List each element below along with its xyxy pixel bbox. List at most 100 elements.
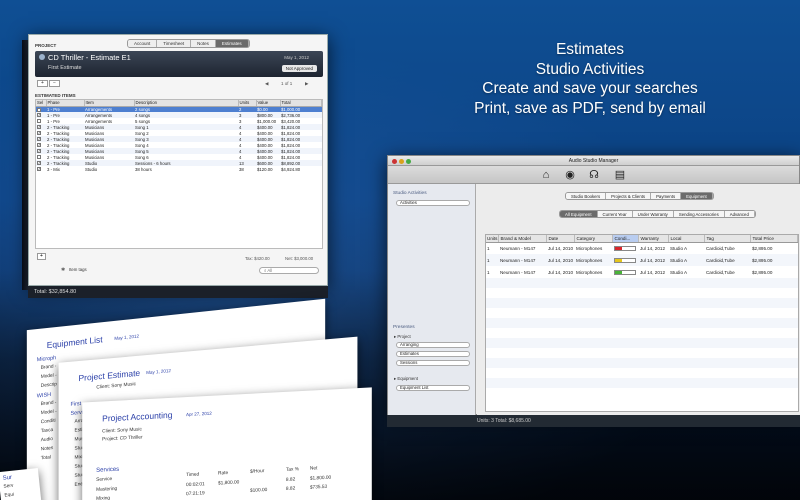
table-cell: [639, 348, 669, 358]
close-icon[interactable]: [392, 159, 397, 164]
table-cell: [498, 278, 547, 288]
sidebar-header-activities: Studio Activities: [393, 191, 427, 196]
table-row[interactable]: 1 Neumann - M147 Jul 14, 2010 Microphones Ju…: [486, 266, 798, 278]
row-checkbox[interactable]: ✓: [37, 131, 41, 136]
filter-under-warranty[interactable]: Under Warranty: [632, 211, 674, 217]
row-checkbox[interactable]: ✓: [37, 143, 41, 148]
row-checkbox[interactable]: ✓: [37, 125, 41, 130]
col-total-price[interactable]: Total Price: [750, 235, 798, 243]
row-checkbox[interactable]: ✓: [37, 149, 41, 154]
table-cell: [499, 288, 547, 298]
sidebar-item-estimates[interactable]: Estimates: [396, 351, 470, 357]
sidebar-item-sessions[interactable]: Sessions: [396, 360, 470, 366]
estimated-items-label: ESTIMATED ITEMS: [35, 93, 76, 98]
empty-row: [486, 318, 798, 328]
row-checkbox[interactable]: ✓: [37, 137, 41, 142]
doc-equipment-line: Conditi: [40, 418, 56, 426]
table-cell: [575, 388, 613, 398]
table-cell: [499, 308, 547, 318]
empty-row: [486, 368, 798, 378]
segment-studio-bookers[interactable]: Studio Bookers: [566, 193, 607, 199]
prev-page-icon[interactable]: ◀: [265, 81, 268, 87]
filter-current-year[interactable]: Current Year: [597, 211, 633, 217]
row-checkbox[interactable]: [37, 119, 41, 124]
table-cell: $2,895.00: [750, 254, 798, 266]
add-estimate-button[interactable]: +: [37, 80, 48, 87]
col-units[interactable]: Units: [486, 235, 500, 243]
filter-advanced[interactable]: Advanced: [724, 211, 755, 217]
table-cell: Jul 14, 2012: [639, 245, 665, 251]
sidebar-item-activities[interactable]: Activities: [396, 200, 470, 206]
table-cell: [575, 368, 613, 378]
segment-projects-clients[interactable]: Projects & Clients: [606, 193, 652, 199]
empty-row: [486, 288, 798, 298]
audio-studio-window: Audio Studio Manager ⌂ ◉ ☊ ▤ Studio Acti…: [387, 155, 800, 416]
sidebar-item-equipment-list[interactable]: Equipment List: [396, 385, 470, 391]
col-tag[interactable]: Tag: [704, 235, 752, 243]
doc-accounting-cell: 8.82: [285, 486, 296, 492]
table-cell: [751, 288, 798, 298]
partial-doc-line: Sur: [2, 474, 13, 482]
sidebar-group-project[interactable]: ▸ Project: [394, 334, 411, 340]
sidebar-item-arranging[interactable]: Arranging: [396, 342, 470, 348]
approval-badge[interactable]: Not Approved: [281, 65, 317, 72]
row-checkbox[interactable]: [37, 155, 41, 160]
table-cell: [639, 388, 669, 398]
col-condition[interactable]: Condi...: [612, 235, 640, 243]
doc-equipment-line: Notes: [40, 446, 54, 453]
window-title: Audio Studio Manager: [568, 158, 619, 164]
filter-all-equipment[interactable]: All Equipment: [560, 211, 598, 217]
table-cell: [499, 368, 547, 378]
window-titlebar: Audio Studio Manager: [388, 156, 799, 166]
table-cell: [705, 288, 751, 298]
row-select-cell[interactable]: ✓: [36, 166, 46, 172]
table-cell: [639, 308, 669, 318]
table-cell: [486, 288, 499, 298]
zoom-icon[interactable]: [406, 159, 411, 164]
pager-label: 1 of 1: [281, 81, 293, 86]
print-icon[interactable]: ▤: [614, 169, 626, 181]
row-checkbox[interactable]: ✓: [37, 161, 41, 166]
home-icon[interactable]: ⌂: [540, 169, 552, 181]
tab-estimates[interactable]: Estimates: [215, 40, 249, 47]
search-field[interactable]: ⌕ All: [259, 267, 319, 274]
table-row[interactable]: 1 Neumann - M147 Jul 14, 2010 Microphones Ju…: [486, 254, 798, 266]
table-cell: [750, 318, 798, 328]
doc-accounting-cell: $1,800.00: [309, 475, 332, 482]
minimize-icon[interactable]: [399, 159, 404, 164]
col-warranty[interactable]: Warranty: [638, 235, 670, 243]
table-cell: [750, 358, 798, 368]
table-cell: [613, 308, 639, 318]
tab-timesheet[interactable]: Timesheet: [157, 40, 192, 47]
table-row[interactable]: ✓ 3 - Mix Studio 38 hours 38 $120.00 $4,924.80: [36, 166, 322, 172]
table-cell: [498, 298, 547, 308]
segment-payments[interactable]: Payments: [651, 193, 682, 199]
col-category[interactable]: Category: [574, 235, 614, 243]
record-icon[interactable]: ◉: [564, 169, 576, 181]
next-page-icon[interactable]: ▶: [305, 81, 308, 87]
col-local[interactable]: Local: [668, 235, 706, 243]
col-brand-model[interactable]: Brand & Model: [498, 235, 548, 243]
col-date[interactable]: Date: [546, 235, 576, 243]
table-cell: [639, 368, 669, 378]
empty-row: [486, 278, 798, 288]
tab-notes[interactable]: Notes: [191, 40, 216, 47]
table-cell: $4,924.80: [281, 166, 301, 172]
filter-sending-accessories[interactable]: Sending Accessories: [673, 211, 725, 217]
tab-account[interactable]: Account: [128, 40, 158, 47]
sidebar: Studio Activities Activities Presentes ▸…: [388, 184, 476, 416]
sidebar-group-equipment[interactable]: ▸ Equipment: [394, 376, 418, 382]
remove-estimate-button[interactable]: −: [49, 80, 60, 87]
segment-equipment[interactable]: Equipment: [681, 193, 713, 199]
row-checkbox[interactable]: ✓: [37, 113, 41, 118]
headphones-icon[interactable]: ☊: [588, 169, 600, 181]
table-cell: [750, 298, 798, 308]
tag-icon[interactable]: ✱: [61, 267, 65, 273]
doc-accounting-cell: $1,800.00: [218, 480, 240, 487]
table-cell: [498, 338, 547, 348]
table-cell: [486, 328, 499, 338]
row-checkbox[interactable]: ✓: [37, 167, 41, 172]
table-cell: [638, 278, 669, 288]
row-checkbox[interactable]: ✓: [37, 107, 41, 112]
table-row[interactable]: 1 Neumann - M147 Jul 14, 2010 Microphones Ju…: [486, 242, 798, 254]
